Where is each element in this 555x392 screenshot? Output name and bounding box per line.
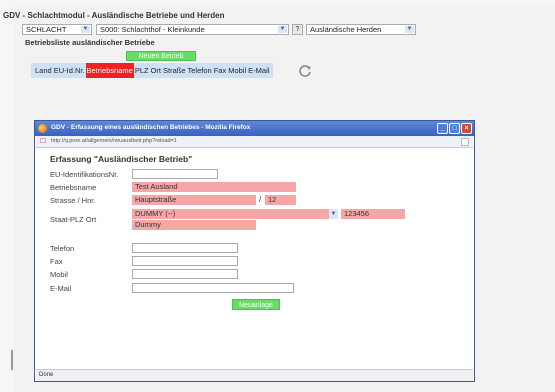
label-country-zip-city: Staat-PLZ Ort <box>50 215 97 224</box>
column-header-fax[interactable]: Fax <box>213 63 228 78</box>
label-fax: Fax <box>50 257 63 266</box>
list-title: Betriebsliste ausländischer Betriebe <box>25 38 155 47</box>
label-phone: Telefon <box>50 244 75 253</box>
column-header-ort[interactable]: Ort <box>150 63 162 78</box>
popup-title: GDV - Erfassung eines ausländischen Betr… <box>51 124 251 131</box>
help-button[interactable]: ? <box>292 24 303 35</box>
mobile-field[interactable] <box>132 269 238 279</box>
minimize-button[interactable]: _ <box>437 123 448 134</box>
column-header-mobil[interactable]: Mobil <box>227 63 247 78</box>
street-separator: / <box>259 195 262 204</box>
form-heading: Erfassung "Ausländischer Betrieb" <box>50 154 193 164</box>
phone-field[interactable] <box>132 243 238 253</box>
city-field[interactable]: Dummy <box>132 220 256 230</box>
column-header-betriebsname[interactable]: Betriebsname <box>85 63 134 78</box>
email-field[interactable] <box>132 283 294 293</box>
label-eu-id: EU-IdentifikationsNr. <box>50 170 119 179</box>
view-select[interactable]: Ausländische Herden ▼ <box>306 24 416 35</box>
eu-id-field[interactable] <box>132 169 218 179</box>
fax-field[interactable] <box>132 256 238 266</box>
type-select[interactable]: SCHLACHT ▼ <box>22 24 92 35</box>
site-icon: ☐ <box>40 138 47 145</box>
column-header-bar: Land EU-Id.Nr. Betriebsname PLZ Ort Stra… <box>31 63 274 78</box>
house-number-field[interactable]: 12 <box>265 195 296 205</box>
refresh-icon[interactable] <box>298 64 312 78</box>
column-header-eu-id[interactable]: EU-Id.Nr. <box>53 63 86 78</box>
new-business-button[interactable]: Neuen Betrieb anlegen <box>126 51 196 70</box>
chevron-down-icon: ▼ <box>81 26 90 33</box>
plant-select-value: S000: Schlachthof - Kleinkunde <box>100 25 205 34</box>
label-name: Betriebsname <box>50 183 97 192</box>
firefox-icon <box>38 124 47 133</box>
column-header-email[interactable]: E-Mail <box>247 63 270 78</box>
bookmark-icon[interactable] <box>461 138 469 146</box>
app-title: GDV - Schlachtmodul - Ausländische Betri… <box>3 11 225 20</box>
maximize-button[interactable]: □ <box>449 123 460 134</box>
submit-button[interactable]: Neuanlage <box>232 299 280 310</box>
plant-select[interactable]: S000: Schlachthof - Kleinkunde ▼ <box>96 24 289 35</box>
column-header-telefon[interactable]: Telefon <box>187 63 213 78</box>
country-select[interactable]: DUMMY (--) <box>132 209 329 219</box>
label-street: Strasse / Hnr. <box>50 196 96 205</box>
type-select-value: SCHLACHT <box>26 25 67 34</box>
chevron-down-icon: ▼ <box>405 26 414 33</box>
street-field[interactable]: Hauptstraße <box>132 195 256 205</box>
label-email: E-Mail <box>50 284 72 293</box>
status-text: Done <box>39 372 54 378</box>
zip-field[interactable]: 123456 <box>341 209 405 219</box>
column-header-strasse[interactable]: Straße <box>162 63 187 78</box>
form-content: Erfassung "Ausländischer Betrieb" EU-Ide… <box>36 149 473 369</box>
address-url: http://q.pore.at/allgemein/neuauslbetr.p… <box>51 138 177 144</box>
address-bar[interactable]: ☐ http://q.pore.at/allgemein/neuauslbetr… <box>36 136 473 148</box>
column-header-land[interactable]: Land <box>34 63 53 78</box>
business-name-field[interactable]: Test Ausland <box>132 182 296 192</box>
chevron-down-icon: ▼ <box>278 26 287 33</box>
country-select-value: DUMMY (--) <box>135 209 176 218</box>
page-edge-marker <box>11 350 13 370</box>
close-button[interactable]: × <box>461 123 472 134</box>
status-bar: Done <box>36 369 473 381</box>
chevron-down-icon[interactable]: ▼ <box>329 209 338 219</box>
label-mobile: Mobil <box>50 270 68 279</box>
popup-window: GDV - Erfassung eines ausländischen Betr… <box>34 120 475 382</box>
column-header-plz[interactable]: PLZ <box>134 63 150 78</box>
view-select-value: Ausländische Herden <box>310 25 382 34</box>
popup-titlebar[interactable]: GDV - Erfassung eines ausländischen Betr… <box>35 121 474 136</box>
